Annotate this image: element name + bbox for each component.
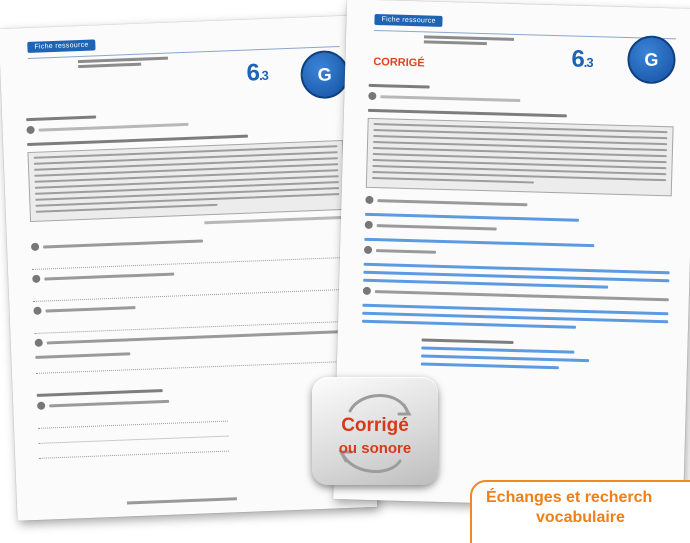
header-tag: Fiche ressource: [374, 13, 443, 27]
text-excerpt: [365, 117, 674, 197]
corrige-stamp: CORRIGÉ: [373, 55, 425, 70]
footer-line: [126, 497, 237, 505]
badge-icon: G: [626, 35, 677, 85]
worksheet-body: [361, 83, 675, 377]
corrige-button[interactable]: Corrigé ou sonore: [312, 377, 438, 485]
echanges-line1: Échanges et recherch: [486, 489, 653, 506]
corrige-label: Corrigé: [341, 415, 409, 436]
header-title: [77, 56, 168, 70]
badge-icon: G: [299, 49, 350, 100]
header-rule: [374, 29, 677, 40]
scene: Fiche ressource 6.3 G Fiche ressource 6.…: [0, 0, 690, 543]
echanges-label: Échanges et recherch vocabulaire: [470, 480, 690, 543]
sheet-code: 6.3: [571, 45, 593, 73]
echanges-line2: vocabulaire: [536, 509, 625, 526]
corrige-sublabel: ou sonore: [338, 440, 412, 457]
sheet-code: 6.3: [246, 59, 269, 87]
worksheet-body: [26, 106, 355, 464]
text-excerpt: [27, 139, 346, 223]
header-tag: Fiche ressource: [27, 39, 96, 53]
header-title: [423, 35, 515, 48]
